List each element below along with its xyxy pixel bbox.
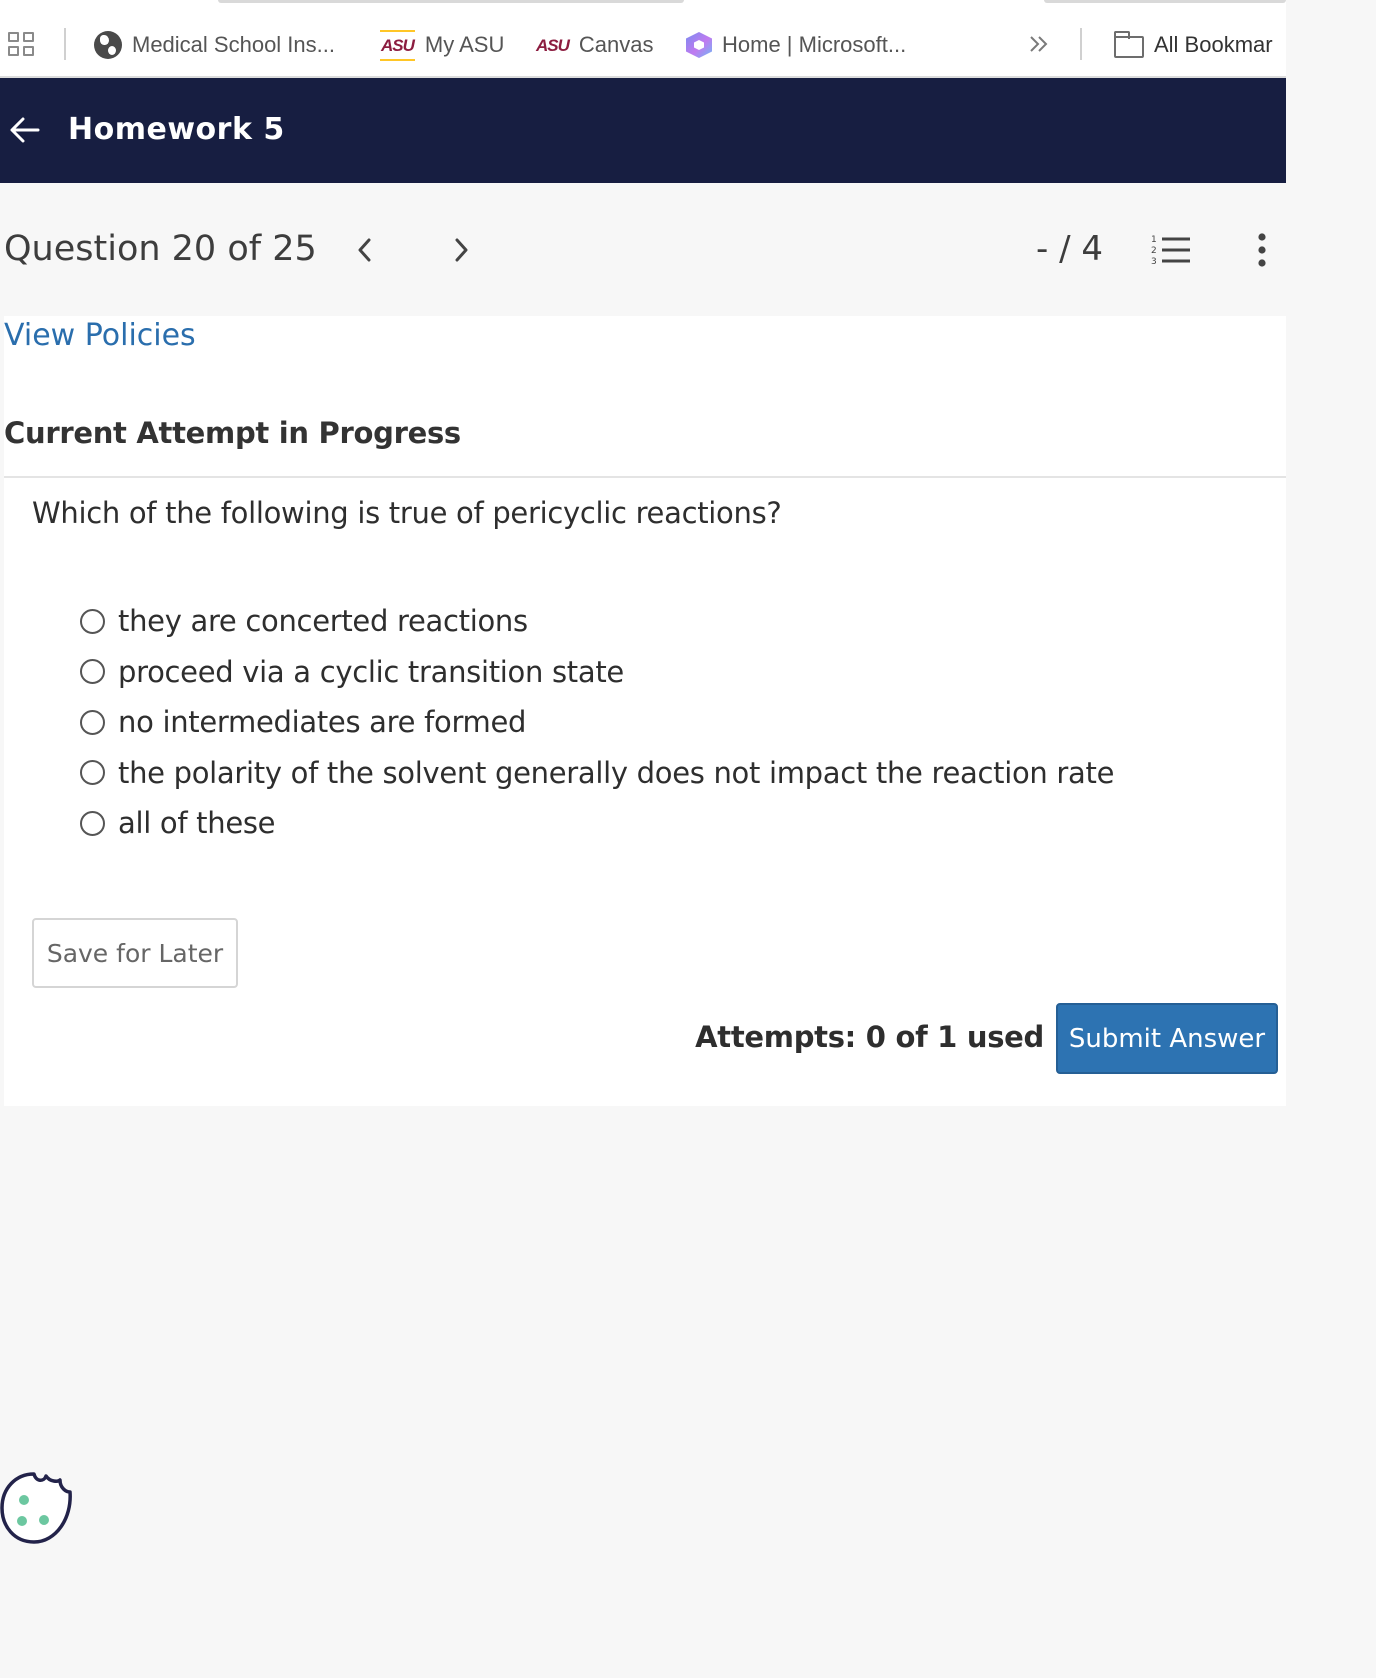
question-score: - / 4 [1036, 229, 1103, 269]
answer-option[interactable]: no intermediates are formed [80, 697, 1114, 748]
answer-option[interactable]: all of these [80, 798, 1114, 849]
app-header: Homework 5 [0, 78, 1286, 183]
question-panel: View Policies Current Attempt in Progres… [4, 316, 1286, 1106]
bookmark-label: Home | Microsoft... [722, 32, 907, 57]
svg-text:3: 3 [1151, 257, 1157, 267]
svg-text:2: 2 [1151, 246, 1157, 256]
folder-icon [1114, 31, 1144, 58]
option-label: the polarity of the solvent generally do… [118, 755, 1115, 790]
bookmarks-divider [1080, 28, 1082, 60]
answer-options: they are concerted reactions proceed via… [80, 596, 1114, 849]
bookmark-label: My ASU [424, 32, 505, 57]
option-label: no intermediates are formed [118, 705, 527, 740]
radio-button[interactable] [80, 709, 105, 735]
bookmark-canvas[interactable]: ASU Canvas [536, 28, 654, 62]
asu-logo-icon: ASU [536, 35, 570, 55]
attempt-heading: Current Attempt in Progress [4, 416, 461, 450]
svg-text:1: 1 [1151, 235, 1157, 245]
microsoft365-icon [686, 32, 712, 58]
apps-grid-icon[interactable] [8, 32, 36, 58]
all-bookmarks-button[interactable]: All Bookmar [1114, 28, 1273, 62]
question-nav: Question 20 of 25 - / 4 1 2 3 [0, 183, 1286, 316]
answer-option[interactable]: the polarity of the solvent generally do… [80, 748, 1114, 799]
chevron-right-icon[interactable] [448, 235, 474, 265]
page-title: Homework 5 [68, 112, 285, 147]
kebab-menu-icon[interactable] [1254, 233, 1270, 267]
radio-button[interactable] [80, 659, 105, 685]
option-label: they are concerted reactions [118, 604, 528, 639]
question-counter: Question 20 of 25 [4, 229, 317, 269]
chevron-left-icon[interactable] [352, 235, 378, 265]
bookmarks-divider [64, 28, 66, 60]
bookmark-my-asu[interactable]: ASU My ASU [380, 28, 504, 62]
radio-button[interactable] [80, 608, 105, 634]
divider [4, 476, 1286, 478]
numbered-list-icon[interactable]: 1 2 3 [1150, 233, 1192, 267]
answer-option[interactable]: proceed via a cyclic transition state [80, 647, 1114, 698]
view-policies-link[interactable]: View Policies [4, 318, 196, 353]
radio-button[interactable] [80, 760, 105, 786]
option-label: all of these [118, 806, 276, 841]
bookmark-medical-school[interactable]: Medical School Ins... [94, 28, 335, 62]
submit-answer-button[interactable]: Submit Answer [1056, 1003, 1278, 1074]
save-for-later-button[interactable]: Save for Later [32, 918, 238, 988]
bookmark-label: Medical School Ins... [132, 32, 335, 57]
attempts-counter: Attempts: 0 of 1 used [695, 1020, 1044, 1054]
arrow-left-icon[interactable] [8, 114, 40, 146]
option-label: proceed via a cyclic transition state [118, 654, 624, 689]
tab-edge [1044, 0, 1286, 3]
bookmarks-bar: Medical School Ins... ASU My ASU ASU Can… [0, 0, 1286, 78]
cookie-icon[interactable] [0, 1468, 74, 1548]
chevron-double-right-icon[interactable] [1028, 32, 1050, 62]
all-bookmarks-label: All Bookmar [1154, 32, 1273, 57]
answer-option[interactable]: they are concerted reactions [80, 596, 1114, 647]
globe-icon [94, 31, 122, 59]
bookmark-microsoft-home[interactable]: Home | Microsoft... [686, 28, 906, 62]
radio-button[interactable] [80, 810, 105, 836]
question-text: Which of the following is true of pericy… [32, 496, 782, 530]
asu-logo-icon: ASU [380, 29, 415, 61]
tab-edge [218, 0, 684, 3]
bookmark-label: Canvas [578, 32, 654, 57]
